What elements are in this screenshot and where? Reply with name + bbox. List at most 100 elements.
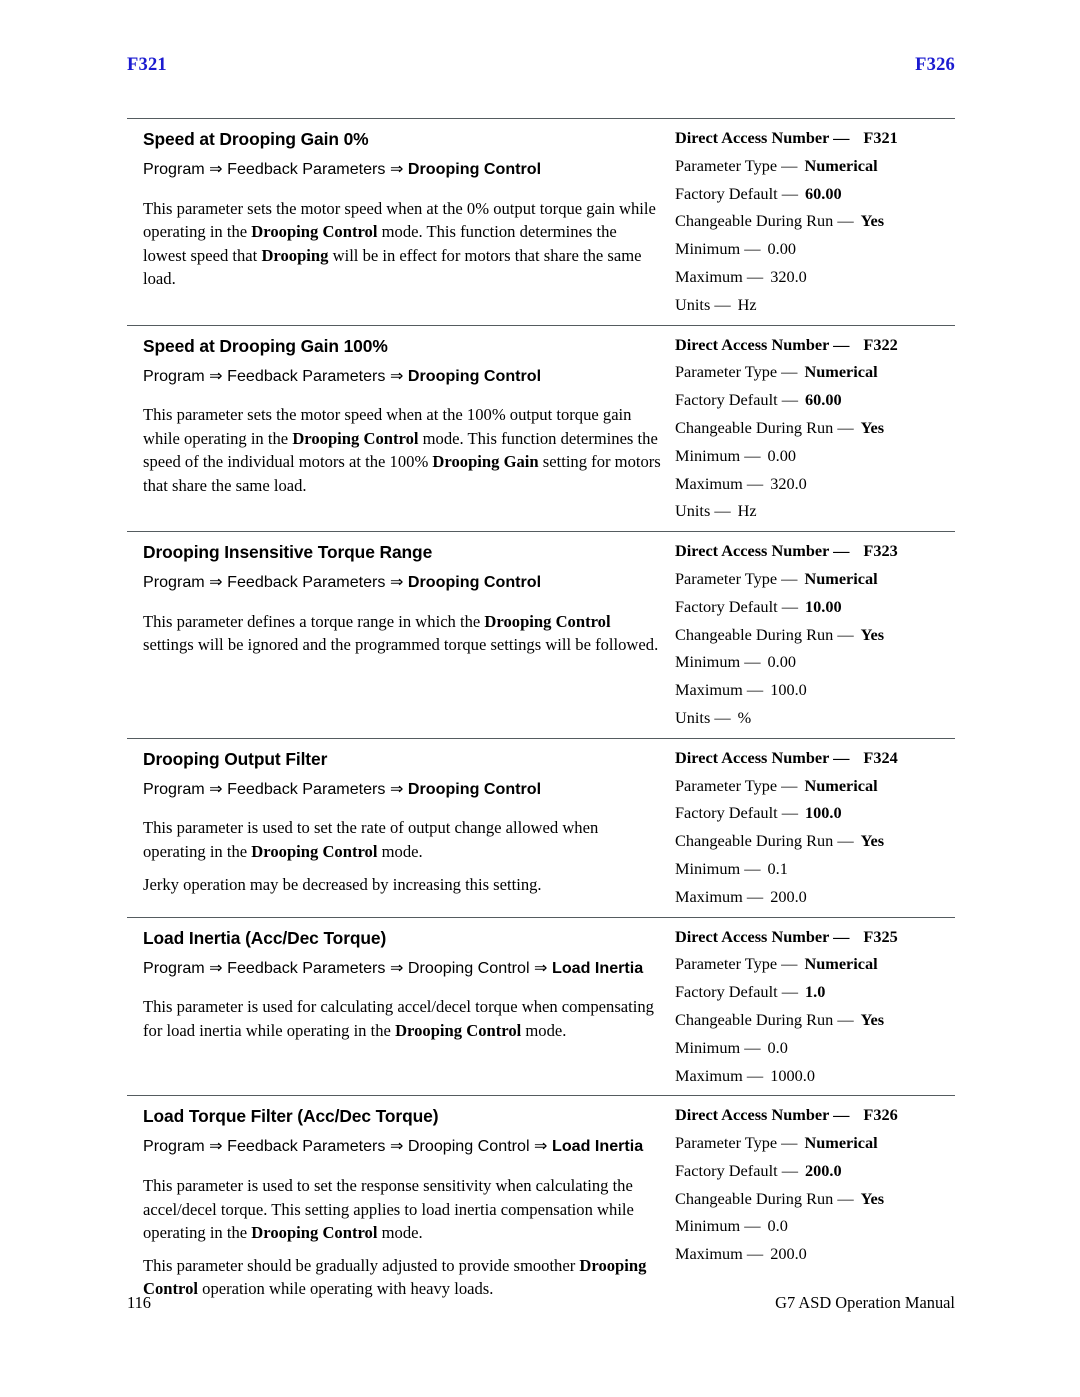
menu-path-target: Load Inertia	[551, 958, 644, 977]
menu-path-target: Drooping Control	[407, 573, 542, 592]
menu-path-prefix: Program ⇒ Feedback Parameters ⇒	[143, 779, 408, 798]
spec-changeable-during-run: Changeable During Run — Yes	[675, 624, 955, 644]
emphasis-text: Drooping Control	[251, 1223, 378, 1243]
spec-factory-default: Factory Default — 60.00	[675, 392, 955, 408]
spec-minimum-label: Minimum —	[675, 858, 761, 878]
parameter-block: Drooping Output Filter Program ⇒ Feedback…	[127, 737, 955, 917]
spec-factory-default-label: Factory Default —	[675, 390, 798, 410]
spec-changeable-during-run: Changeable During Run — Yes	[675, 213, 955, 229]
spec-maximum: Maximum — 100.0	[675, 680, 955, 700]
spec-direct-access-number-value: F323	[863, 541, 898, 561]
spec-changeable-during-run: Changeable During Run — Yes	[675, 1188, 955, 1208]
body-text: This parameter should be gradually adjus…	[143, 1255, 580, 1275]
emphasis-text: Drooping	[261, 245, 329, 265]
spec-direct-access-number: Direct Access Number — F323	[675, 543, 955, 559]
parameter-block: Speed at Drooping Gain 0% Program ⇒ Feedb…	[127, 118, 955, 325]
spec-minimum: Minimum — 0.1	[675, 858, 955, 878]
parameter-spec-column: Direct Access Number — F325 Parameter Type…	[664, 918, 955, 1096]
menu-path-target: Drooping Control	[407, 160, 542, 179]
spec-parameter-type-value: Numerical	[804, 568, 878, 588]
parameter-block: Speed at Drooping Gain 100% Program ⇒ Fee…	[127, 324, 955, 532]
spec-factory-default-value: 1.0	[804, 982, 826, 1002]
spec-direct-access-number-value: F321	[863, 128, 898, 147]
spec-direct-access-number: Direct Access Number — F324	[675, 747, 955, 767]
spec-units-value: Hz	[737, 501, 757, 521]
page-footer: 116 G7 ASD Operation Manual	[127, 1293, 955, 1313]
spec-direct-access-number-value: F322	[863, 334, 898, 354]
spec-maximum-label: Maximum —	[675, 1244, 764, 1264]
spec-parameter-type-value: Numerical	[804, 1133, 878, 1153]
parameter-spec-column: Direct Access Number — F323 Parameter Type…	[664, 532, 955, 738]
spec-maximum-value: 320.0	[770, 266, 807, 286]
spec-maximum-value: 200.0	[770, 886, 807, 906]
spec-units: Units — Hz	[675, 503, 955, 519]
spec-changeable-during-run-label: Changeable During Run —	[675, 211, 854, 231]
parameter-menu-path: Program ⇒ Feedback Parameters ⇒ Drooping…	[143, 366, 664, 388]
spec-direct-access-number-value: F325	[863, 926, 898, 946]
spec-maximum-value: 100.0	[770, 680, 807, 700]
spec-changeable-during-run-label: Changeable During Run —	[675, 831, 854, 851]
spec-factory-default-value: 60.00	[804, 183, 842, 203]
spec-changeable-during-run-value: Yes	[860, 831, 885, 851]
spec-parameter-type-label: Parameter Type —	[675, 362, 798, 382]
menu-path-prefix: Program ⇒ Feedback Parameters ⇒	[143, 366, 408, 385]
spec-parameter-type: Parameter Type — Numerical	[675, 777, 955, 794]
spec-changeable-during-run-label: Changeable During Run —	[675, 624, 854, 644]
parameter-block-columns: Load Inertia (Acc/Dec Torque) Program ⇒ F…	[127, 918, 955, 1096]
spec-changeable-during-run: Changeable During Run — Yes	[675, 1009, 955, 1029]
spec-factory-default-label: Factory Default —	[675, 803, 798, 823]
spec-parameter-type: Parameter Type — Numerical	[675, 568, 955, 588]
spec-changeable-during-run-value: Yes	[860, 1009, 885, 1029]
menu-path-prefix: Program ⇒ Feedback Parameters ⇒ Drooping…	[143, 958, 552, 977]
parameter-description-column: Drooping Insensitive Torque Range Program…	[127, 532, 664, 663]
parameter-blocks: Speed at Drooping Gain 0% Program ⇒ Feedb…	[127, 118, 955, 1307]
spec-changeable-during-run-value: Yes	[860, 211, 885, 231]
parameter-description: This parameter sets the motor speed when…	[143, 197, 664, 291]
parameter-menu-path: Program ⇒ Feedback Parameters ⇒ Drooping…	[143, 159, 664, 181]
spec-changeable-during-run-label: Changeable During Run —	[675, 1188, 854, 1208]
body-text: mode.	[521, 1020, 567, 1040]
spec-direct-access-number-label: Direct Access Number —	[675, 926, 850, 946]
spec-minimum-value: 0.00	[767, 239, 797, 259]
spec-units-label: Units —	[675, 501, 731, 521]
spec-maximum: Maximum — 320.0	[675, 473, 955, 493]
spec-direct-access-number-label: Direct Access Number —	[675, 128, 850, 147]
parameter-menu-path: Program ⇒ Feedback Parameters ⇒ Drooping…	[143, 779, 664, 801]
parameter-title: Speed at Drooping Gain 0%	[143, 129, 369, 149]
spec-maximum-label: Maximum —	[675, 266, 764, 286]
parameter-menu-path: Program ⇒ Feedback Parameters ⇒ Drooping…	[143, 572, 664, 594]
spec-minimum: Minimum — 0.00	[675, 654, 955, 670]
spec-factory-default-value: 100.0	[804, 803, 842, 823]
spec-factory-default-value: 200.0	[804, 1160, 842, 1180]
parameter-title: Drooping Output Filter	[143, 748, 328, 769]
parameter-menu-path: Program ⇒ Feedback Parameters ⇒ Drooping…	[143, 1136, 664, 1158]
spec-minimum: Minimum — 0.0	[675, 1039, 955, 1056]
running-head-right: F326	[915, 55, 955, 75]
spec-factory-default-label: Factory Default —	[675, 1160, 798, 1180]
spec-parameter-type-value: Numerical	[804, 155, 878, 175]
spec-changeable-during-run-label: Changeable During Run —	[675, 1009, 854, 1029]
spec-parameter-type-label: Parameter Type —	[675, 568, 798, 588]
spec-maximum: Maximum — 200.0	[675, 1246, 955, 1262]
spec-minimum: Minimum — 0.00	[675, 447, 955, 464]
spec-maximum-label: Maximum —	[675, 680, 764, 700]
manual-page: F321 F326 Speed at Drooping Gain 0% Progr…	[0, 0, 1080, 1397]
spec-factory-default: Factory Default — 100.0	[675, 805, 955, 821]
spec-maximum-label: Maximum —	[675, 473, 764, 493]
running-head-left: F321	[127, 55, 167, 75]
spec-units-value: %	[737, 707, 752, 727]
parameter-description-column: Drooping Output Filter Program ⇒ Feedback…	[127, 739, 664, 902]
spec-minimum-value: 0.0	[767, 1216, 788, 1236]
spec-parameter-type: Parameter Type — Numerical	[675, 155, 955, 175]
spec-parameter-type: Parameter Type — Numerical	[675, 1133, 955, 1153]
body-text: mode.	[377, 1223, 423, 1243]
parameter-description: This parameter is used to set the respon…	[143, 1174, 664, 1245]
spec-minimum-label: Minimum —	[675, 1216, 761, 1236]
spec-parameter-type: Parameter Type — Numerical	[675, 956, 955, 972]
emphasis-text: Drooping Control	[251, 842, 378, 862]
spec-units-value: Hz	[737, 294, 757, 314]
spec-direct-access-number-label: Direct Access Number —	[675, 747, 850, 767]
spec-maximum: Maximum — 1000.0	[675, 1067, 955, 1084]
spec-changeable-during-run: Changeable During Run — Yes	[675, 419, 955, 436]
spec-factory-default-label: Factory Default —	[675, 982, 798, 1002]
